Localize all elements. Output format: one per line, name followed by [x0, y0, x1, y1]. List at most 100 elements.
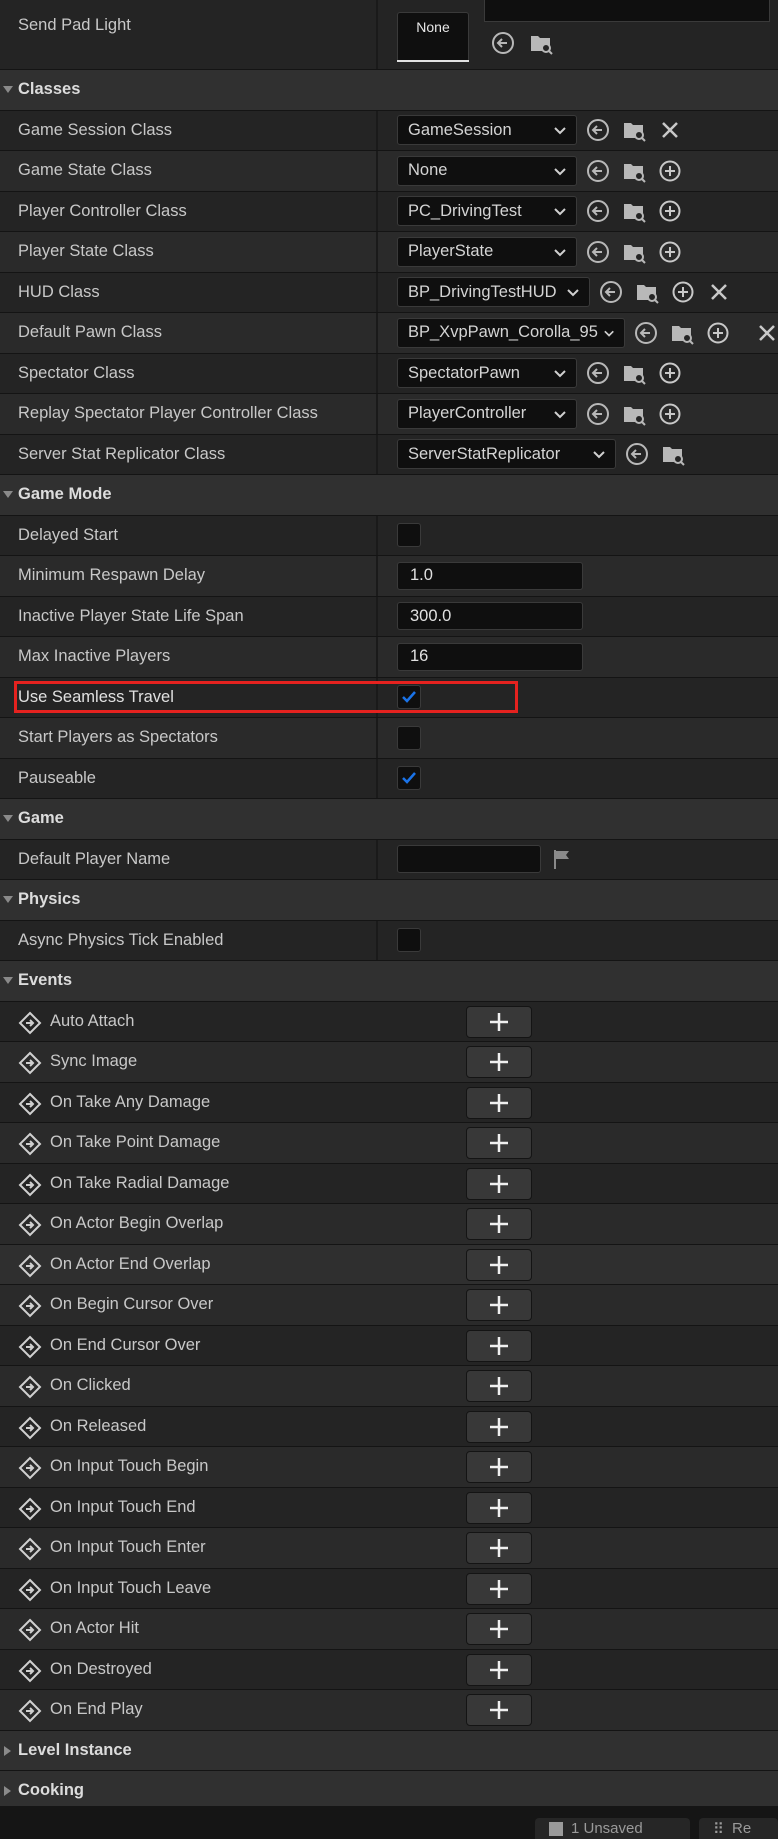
expand-arrow-icon[interactable] [3, 491, 13, 498]
add-event-button[interactable] [466, 1613, 532, 1645]
browse-asset-icon[interactable] [619, 196, 649, 226]
use-seamless-travel-checkbox[interactable] [397, 685, 421, 710]
use-selected-asset-icon[interactable] [583, 156, 613, 186]
localization-flag-icon[interactable] [547, 844, 577, 874]
event-diamond-icon [18, 1092, 42, 1115]
class-picker-combo[interactable]: PlayerState [397, 236, 577, 267]
add-event-button[interactable] [466, 1653, 532, 1686]
event-label: On Destroyed [50, 1659, 152, 1678]
class-picker-combo[interactable]: BP_DrivingTestHUD [397, 277, 590, 308]
event-diamond-icon [18, 1618, 42, 1642]
use-selected-asset-icon[interactable] [583, 115, 613, 145]
property-label: Async Physics Tick Enabled [18, 930, 224, 949]
chevron-down-icon [604, 330, 614, 337]
splitter [376, 677, 378, 717]
add-new-icon[interactable] [655, 237, 685, 267]
use-selected-asset-icon[interactable] [596, 277, 626, 307]
add-event-button[interactable] [466, 1046, 532, 1078]
browse-asset-icon[interactable] [619, 156, 649, 186]
expand-arrow-icon[interactable] [3, 815, 13, 822]
start-as-spectators-checkbox[interactable] [397, 725, 421, 750]
add-event-button[interactable] [466, 1491, 532, 1524]
browse-asset-icon[interactable] [619, 115, 649, 145]
event-diamond-icon [18, 1132, 42, 1156]
add-event-button[interactable] [466, 1532, 532, 1564]
add-new-icon[interactable] [655, 358, 685, 388]
asset-path-field[interactable] [484, 0, 770, 22]
add-new-icon[interactable] [703, 318, 733, 348]
class-picker-combo[interactable]: None [397, 155, 577, 186]
browse-asset-icon[interactable] [619, 399, 649, 429]
add-event-button[interactable] [466, 1289, 532, 1321]
browse-asset-icon[interactable] [658, 439, 688, 469]
event-diamond-icon [18, 1294, 42, 1318]
add-event-button[interactable] [466, 1086, 532, 1119]
plus-icon [490, 1215, 508, 1233]
category-game-mode[interactable]: Game Mode [0, 475, 778, 516]
class-picker-combo[interactable]: GameSession [397, 115, 577, 146]
pauseable-checkbox[interactable] [397, 766, 421, 791]
category-label: Classes [18, 80, 81, 99]
class-picker-combo[interactable]: SpectatorPawn [397, 358, 577, 389]
class-picker-combo[interactable]: ServerStatReplicator [397, 439, 616, 470]
add-event-button[interactable] [466, 1167, 532, 1200]
unsaved-button[interactable]: 1 Unsaved [535, 1818, 690, 1839]
add-event-button[interactable] [466, 1451, 532, 1483]
use-selected-asset-icon[interactable] [583, 196, 613, 226]
category-physics[interactable]: Physics [0, 880, 778, 921]
class-picker-combo[interactable]: PlayerController [397, 398, 577, 429]
clear-close-icon[interactable] [704, 277, 734, 307]
add-event-button[interactable] [466, 1694, 532, 1726]
use-selected-asset-icon[interactable] [583, 358, 613, 388]
clear-close-icon[interactable] [655, 115, 685, 145]
add-event-button[interactable] [466, 1005, 532, 1038]
browse-asset-icon[interactable] [667, 318, 697, 348]
clear-close-icon[interactable] [756, 322, 778, 344]
category-classes[interactable]: Classes [0, 70, 778, 111]
add-event-button[interactable] [466, 1572, 532, 1605]
add-event-button[interactable] [466, 1329, 532, 1362]
category-level-instance[interactable]: Level Instance [0, 1730, 778, 1771]
browse-asset-icon[interactable] [632, 277, 662, 307]
browse-asset-icon[interactable] [619, 237, 649, 267]
add-event-button[interactable] [466, 1248, 532, 1281]
plus-icon [490, 1377, 508, 1395]
add-event-button[interactable] [466, 1370, 532, 1402]
min-respawn-delay-input[interactable]: 1.0 [397, 561, 583, 590]
use-selected-asset-icon[interactable] [488, 28, 518, 58]
add-event-button[interactable] [466, 1127, 532, 1159]
add-event-button[interactable] [466, 1410, 532, 1443]
splitter [376, 232, 378, 272]
use-selected-asset-icon[interactable] [622, 439, 652, 469]
add-event-button[interactable] [466, 1208, 532, 1240]
add-new-icon[interactable] [655, 196, 685, 226]
add-new-icon[interactable] [668, 277, 698, 307]
use-selected-asset-icon[interactable] [631, 318, 661, 348]
add-new-icon[interactable] [655, 399, 685, 429]
expand-arrow-icon[interactable] [3, 86, 13, 93]
async-physics-tick-checkbox[interactable] [397, 928, 421, 953]
expand-arrow-icon[interactable] [4, 1786, 11, 1796]
event-row: On Input Touch Enter [0, 1528, 778, 1569]
delayed-start-checkbox[interactable] [397, 523, 421, 548]
category-label: Game Mode [18, 485, 112, 504]
use-selected-asset-icon[interactable] [583, 399, 613, 429]
max-inactive-players-input[interactable]: 16 [397, 642, 583, 671]
class-picker-combo[interactable]: PC_DrivingTest [397, 196, 577, 227]
inactive-life-span-input[interactable]: 300.0 [397, 602, 583, 631]
default-player-name-input[interactable] [397, 845, 541, 874]
expand-arrow-icon[interactable] [4, 1745, 11, 1756]
category-events[interactable]: Events [0, 961, 778, 1002]
splitter [376, 920, 378, 960]
browse-asset-icon[interactable] [526, 28, 556, 58]
expand-arrow-icon[interactable] [3, 977, 13, 984]
expand-arrow-icon[interactable] [3, 896, 13, 903]
use-selected-asset-icon[interactable] [583, 237, 613, 267]
category-game[interactable]: Game [0, 799, 778, 840]
property-row-spectator-class: Spectator Class SpectatorPawn [0, 353, 778, 394]
add-new-icon[interactable] [655, 156, 685, 186]
revision-control-button[interactable]: ⠿ Re [699, 1818, 778, 1839]
class-picker-combo[interactable]: BP_XvpPawn_Corolla_95 [397, 317, 625, 348]
browse-asset-icon[interactable] [619, 358, 649, 388]
thumbnail-box[interactable]: None [397, 12, 469, 62]
